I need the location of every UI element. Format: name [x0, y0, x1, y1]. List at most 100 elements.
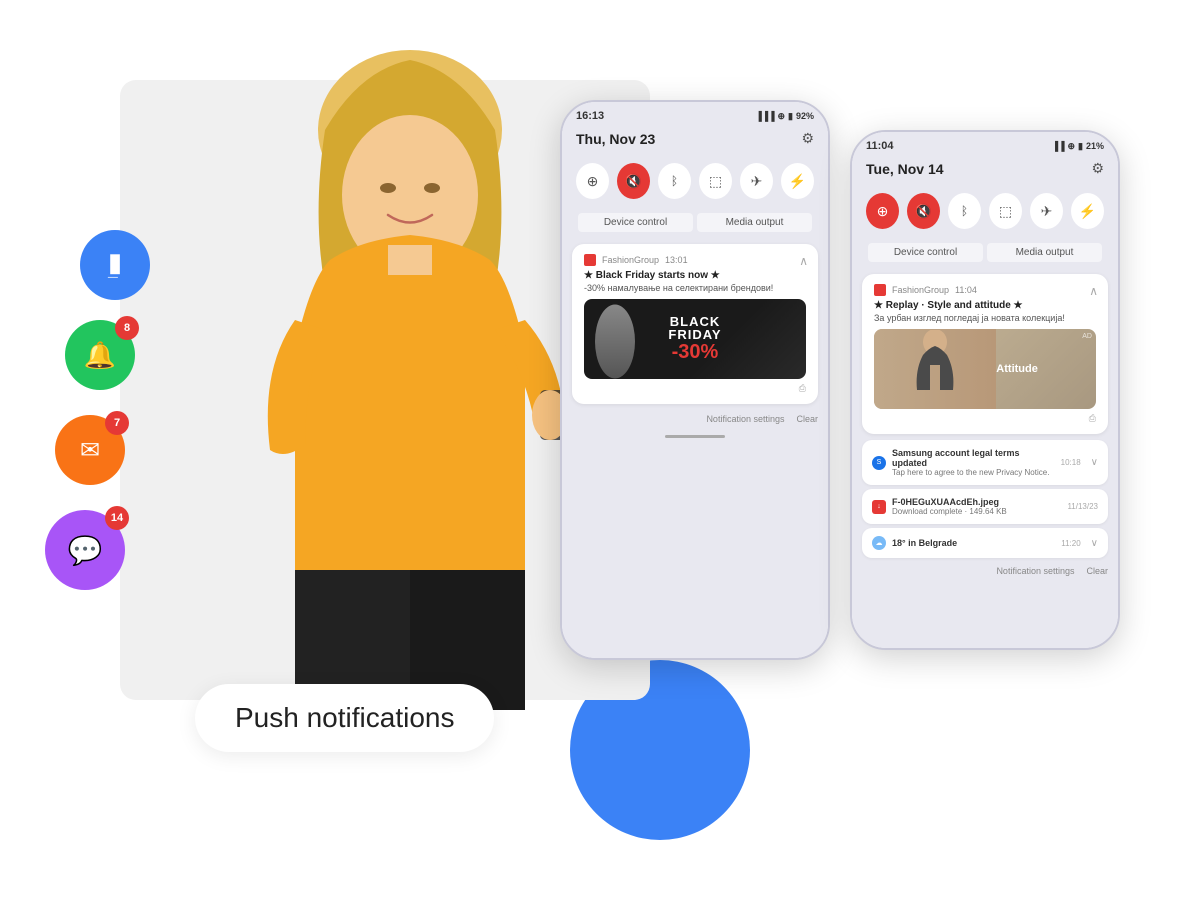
replay-fashion-banner: Wear it with Attitude AD — [874, 329, 1096, 409]
file-notif-body: Download complete · 149.64 KB — [892, 507, 1061, 516]
bell-badge: 8 — [115, 316, 139, 340]
share-icon[interactable]: ⎙ — [799, 383, 806, 394]
phone-2-notif-footer: Notification settings Clear — [852, 562, 1118, 578]
push-notifications-text: Push notifications — [235, 702, 454, 733]
nfc-icon-2: ⬚ — [999, 203, 1012, 220]
phones-container: 16:13 ▐▐▐ ⊕ ▮ 92% Thu, Nov 23 ⊕ 🔇 ᛒ ⬚ ✈ … — [560, 100, 1180, 800]
wifi-toggle[interactable]: ⊕ — [576, 163, 609, 199]
bluetooth-icon-2: ᛒ — [961, 204, 968, 218]
phone-1-fashion-notification[interactable]: FashionGroup 13:01 ★ Black Friday starts… — [572, 244, 818, 404]
fashion-app-icon-2 — [874, 284, 886, 296]
expand-icon[interactable] — [799, 254, 808, 268]
ad-label: AD — [1082, 333, 1092, 340]
airplane-toggle-2[interactable]: ✈ — [1030, 193, 1063, 229]
nfc-toggle-2[interactable]: ⬚ — [989, 193, 1022, 229]
phone-1-gesture-bar — [562, 426, 828, 446]
clear-button[interactable]: Clear — [796, 414, 818, 424]
file-time: 11/13/23 — [1067, 502, 1098, 511]
phone-1-notif-footer: Notification settings Clear — [562, 410, 828, 426]
clear-button-2[interactable]: Clear — [1086, 566, 1108, 576]
file-icon: ↓ — [872, 500, 886, 514]
torch-toggle[interactable]: ⚡ — [781, 163, 814, 199]
phone-2-quick-settings: ⊕ 🔇 ᛒ ⬚ ✈ ⚡ — [852, 185, 1118, 237]
model-figure — [590, 304, 640, 379]
samsung-expand-icon[interactable] — [1091, 457, 1098, 468]
bluetooth-toggle[interactable]: ᛒ — [658, 163, 691, 199]
file-download-notification[interactable]: ↓ F-0HEGuXUAAcdEh.jpeg Download complete… — [862, 489, 1108, 524]
weather-notification[interactable]: ☁ 18° in Belgrade 11:20 — [862, 528, 1108, 558]
torch-icon: ⚡ — [789, 173, 806, 190]
samsung-notif-body: Tap here to agree to the new Privacy Not… — [892, 468, 1055, 477]
weather-expand-icon[interactable] — [1091, 538, 1098, 549]
battery-percent: 92% — [796, 111, 814, 121]
share-icon-2[interactable]: ⎙ — [1089, 413, 1096, 424]
samsung-time: 10:18 — [1061, 458, 1081, 467]
notif-time: 13:01 — [665, 255, 688, 265]
notif-title: ★ Black Friday starts now ★ — [584, 270, 806, 281]
phone-1-mockup: 16:13 ▐▐▐ ⊕ ▮ 92% Thu, Nov 23 ⊕ 🔇 ᛒ ⬚ ✈ … — [560, 100, 830, 660]
file-notif-content: F-0HEGuXUAAcdEh.jpeg Download complete ·… — [892, 497, 1061, 516]
torch-icon-2: ⚡ — [1079, 203, 1096, 220]
model-left-area — [874, 329, 996, 409]
media-output-tab[interactable]: Media output — [697, 213, 812, 232]
notification-settings-link-2[interactable]: Notification settings — [996, 566, 1074, 576]
expand-icon-2[interactable] — [1089, 284, 1098, 298]
sound-toggle-2[interactable]: 🔇 — [907, 193, 940, 229]
torch-toggle-2[interactable]: ⚡ — [1071, 193, 1104, 229]
notif-title-2: ★ Replay · Style and attitude ★ — [874, 300, 1096, 311]
settings-gear-icon[interactable] — [801, 130, 814, 147]
wifi-icon-2: ⊕ — [1067, 141, 1075, 152]
bluetooth-icon: ᛒ — [671, 174, 678, 188]
phone-1-quick-settings: ⊕ 🔇 ᛒ ⬚ ✈ ⚡ — [562, 155, 828, 207]
phone-1-time: 16:13 — [576, 110, 604, 122]
battery-percent-2: 21% — [1086, 141, 1104, 151]
settings-gear-icon-2[interactable] — [1091, 160, 1104, 177]
device-control-tab[interactable]: Device control — [578, 213, 693, 232]
phone-1-date: Thu, Nov 23 — [576, 131, 655, 147]
phone-2-status-bar: 11:04 ▐▐ ⊕ ▮ 21% — [852, 132, 1118, 156]
media-output-tab-2[interactable]: Media output — [987, 243, 1102, 262]
wifi-active-icon: ⊕ — [877, 203, 889, 220]
mail-icon-circle: ✉ 7 — [55, 415, 125, 485]
file-notif-title: F-0HEGuXUAAcdEh.jpeg — [892, 497, 1061, 507]
samsung-notif-title: Samsung account legal terms updated — [892, 448, 1055, 468]
wifi-toggle-2[interactable]: ⊕ — [866, 193, 899, 229]
phone-icon-circle: ▮— — [80, 230, 150, 300]
phone-2-date-row: Tue, Nov 14 — [852, 156, 1118, 185]
bf-text-block: BLACKFRIDAY -30% — [668, 315, 721, 364]
samsung-icon: S — [872, 456, 886, 470]
fashion-app-icon — [584, 254, 596, 266]
phone-2-screen: 11:04 ▐▐ ⊕ ▮ 21% Tue, Nov 14 ⊕ 🔇 ᛒ ⬚ ✈ ⚡ — [852, 132, 1118, 648]
notif-body: -30% намалување на селектирани брендови! — [584, 283, 806, 293]
mail-badge: 7 — [105, 411, 129, 435]
airplane-toggle[interactable]: ✈ — [740, 163, 773, 199]
notif-time-2: 11:04 — [955, 285, 977, 295]
bell-icon-circle: 🔔 8 — [65, 320, 135, 390]
device-control-tab-2[interactable]: Device control — [868, 243, 983, 262]
bluetooth-toggle-2[interactable]: ᛒ — [948, 193, 981, 229]
airplane-icon: ✈ — [751, 173, 763, 190]
push-notifications-label: Push notifications — [195, 684, 494, 752]
weather-notif-content: 18° in Belgrade — [892, 538, 1055, 548]
airplane-icon-2: ✈ — [1041, 203, 1053, 220]
phone-2-qs-tabs: Device control Media output — [852, 237, 1118, 268]
sound-toggle[interactable]: 🔇 — [617, 163, 650, 199]
notification-settings-link[interactable]: Notification settings — [706, 414, 784, 424]
samsung-legal-notification[interactable]: S Samsung account legal terms updated Ta… — [862, 440, 1108, 485]
chat-badge: 14 — [105, 506, 129, 530]
nfc-toggle[interactable]: ⬚ — [699, 163, 732, 199]
phone-2-replay-notification[interactable]: FashionGroup 11:04 ★ Replay · Style and … — [862, 274, 1108, 434]
notif-app-name: FashionGroup — [602, 255, 659, 265]
weather-notif-title: 18° in Belgrade — [892, 538, 1055, 548]
sound-off-icon: 🔇 — [915, 203, 932, 220]
battery-icon: ▮ — [788, 111, 793, 122]
bf-title: BLACKFRIDAY — [668, 315, 721, 341]
phone-2-status-icons: ▐▐ ⊕ ▮ 21% — [1052, 141, 1104, 152]
chat-icon-circle: 💬 14 — [45, 510, 125, 590]
notif-header-2: FashionGroup 11:04 — [874, 284, 1096, 296]
notif-app-name-2: FashionGroup — [892, 285, 949, 295]
notif-body-2: За урбан изглед погледај ја новата колек… — [874, 313, 1096, 323]
wifi-status-icon: ⊕ — [777, 111, 785, 122]
phone-2-date: Tue, Nov 14 — [866, 161, 944, 177]
samsung-notif-content: Samsung account legal terms updated Tap … — [892, 448, 1055, 477]
